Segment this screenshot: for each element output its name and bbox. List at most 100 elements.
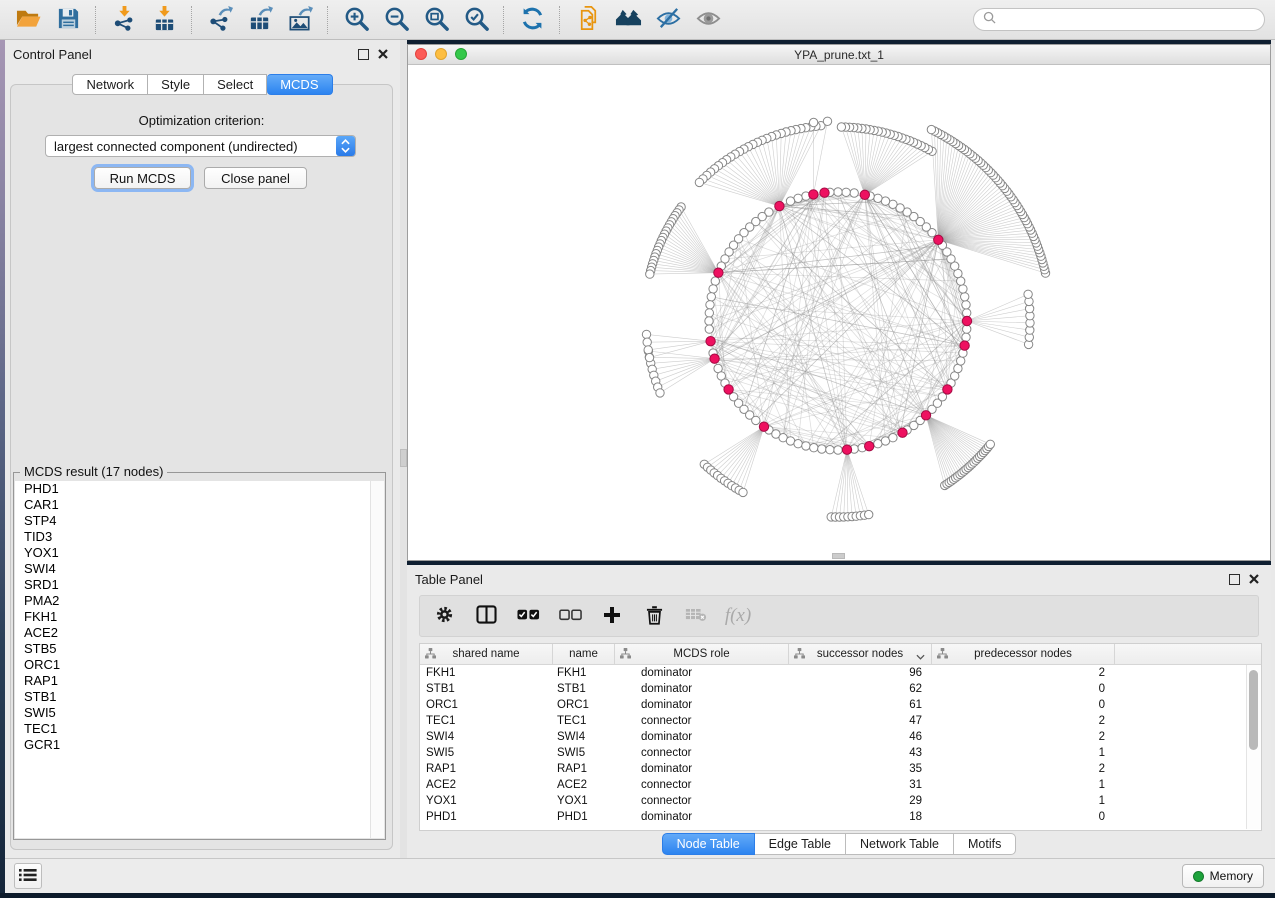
result-list-scrollbar[interactable]: [370, 481, 384, 838]
mcds-result-item[interactable]: STP4: [15, 513, 384, 529]
mcds-result-list[interactable]: PHD1CAR1STP4TID3YOX1SWI4SRD1PMA2FKH1ACE2…: [15, 481, 384, 838]
float-icon: [1229, 574, 1240, 585]
cell-predecessor-nodes: 2: [932, 729, 1115, 745]
mcds-result-item[interactable]: STB1: [15, 689, 384, 705]
table-row[interactable]: FKH1FKH1dominator962: [420, 665, 1246, 681]
mcds-result-item[interactable]: ACE2: [15, 625, 384, 641]
open-folder-button[interactable]: [8, 3, 48, 37]
deselect-all-button[interactable]: [558, 604, 582, 628]
select-all-button[interactable]: [516, 604, 540, 628]
zoom-fit-button[interactable]: [416, 3, 456, 37]
column-header-shared-name[interactable]: shared name: [420, 644, 553, 664]
mcds-result-item[interactable]: SWI5: [15, 705, 384, 721]
export-table-button[interactable]: [240, 3, 280, 37]
function-builder-icon: f(x): [725, 605, 751, 627]
close-window-icon[interactable]: [415, 48, 427, 60]
mcds-result-item[interactable]: PHD1: [15, 481, 384, 497]
mcds-result-item[interactable]: CAR1: [15, 497, 384, 513]
mcds-result-item[interactable]: ORC1: [15, 657, 384, 673]
cell-shared-name: PHD1: [420, 809, 553, 825]
mcds-result-item[interactable]: TID3: [15, 529, 384, 545]
table-row[interactable]: ORC1ORC1dominator610: [420, 697, 1246, 713]
export-network-button[interactable]: [200, 3, 240, 37]
table-row[interactable]: YOX1YOX1connector291: [420, 793, 1246, 809]
table-row[interactable]: STB1STB1dominator620: [420, 681, 1246, 697]
gear-icon: [435, 605, 454, 627]
column-header-MCDS-role[interactable]: MCDS role: [615, 644, 789, 664]
tab-node-table[interactable]: Node Table: [662, 833, 755, 855]
import-table-button[interactable]: [144, 3, 184, 37]
column-header-name[interactable]: name: [553, 644, 615, 664]
tab-network[interactable]: Network: [72, 74, 148, 95]
maximize-window-icon[interactable]: [455, 48, 467, 60]
mcds-result-item[interactable]: SRD1: [15, 577, 384, 593]
mcds-result-item[interactable]: PMA2: [15, 593, 384, 609]
search-field[interactable]: [973, 8, 1265, 31]
float-panel-button[interactable]: [358, 49, 369, 60]
show-panels-button[interactable]: [14, 863, 42, 889]
close-panel-button-mcds[interactable]: Close panel: [204, 167, 307, 189]
gear-button[interactable]: [432, 604, 456, 628]
tab-network-table[interactable]: Network Table: [846, 833, 954, 855]
tab-style[interactable]: Style: [148, 74, 204, 95]
table-scrollbar-thumb[interactable]: [1249, 670, 1258, 750]
eye-show-button[interactable]: [688, 3, 728, 37]
mcds-result-item[interactable]: TEC1: [15, 721, 384, 737]
home-button[interactable]: [608, 3, 648, 37]
select-all-icon: [517, 609, 540, 624]
share-document-button[interactable]: [568, 3, 608, 37]
mcds-result-item[interactable]: SWI4: [15, 561, 384, 577]
close-panel-button[interactable]: [378, 47, 388, 62]
cell-shared-name: SWI4: [420, 729, 553, 745]
delete-table-icon: [685, 607, 707, 625]
tab-mcds[interactable]: MCDS: [267, 74, 332, 95]
eye-hide-button[interactable]: [648, 3, 688, 37]
run-mcds-button[interactable]: Run MCDS: [94, 167, 191, 189]
table-row[interactable]: PHD1PHD1dominator180: [420, 809, 1246, 825]
divider-thumb[interactable]: [400, 449, 407, 467]
table-row[interactable]: TEC1TEC1connector472: [420, 713, 1246, 729]
network-canvas[interactable]: [408, 64, 1270, 560]
table-row[interactable]: RAP1RAP1dominator352: [420, 761, 1246, 777]
cell-MCDS-role: dominator: [615, 697, 789, 713]
table-scrollbar[interactable]: [1246, 665, 1261, 829]
close-table-panel-button[interactable]: [1249, 572, 1259, 587]
tab-select[interactable]: Select: [204, 74, 267, 95]
table-row[interactable]: SWI4SWI4dominator462: [420, 729, 1246, 745]
network-window-titlebar[interactable]: YPA_prune.txt_1: [408, 45, 1270, 65]
mcds-result-item[interactable]: STB5: [15, 641, 384, 657]
zoom-in-button[interactable]: [336, 3, 376, 37]
split-columns-button[interactable]: [474, 604, 498, 628]
memory-button[interactable]: Memory: [1182, 864, 1264, 888]
cell-MCDS-role: connector: [615, 793, 789, 809]
delete-table-button: [684, 604, 708, 628]
float-table-panel-button[interactable]: [1229, 574, 1240, 585]
table-row[interactable]: ACE2ACE2connector311: [420, 777, 1246, 793]
cell-successor-nodes: 47: [789, 713, 932, 729]
export-image-button[interactable]: [280, 3, 320, 37]
delete-column-button[interactable]: [642, 604, 666, 628]
zoom-selected-button[interactable]: [456, 3, 496, 37]
mcds-result-item[interactable]: RAP1: [15, 673, 384, 689]
add-column-button[interactable]: [600, 604, 624, 628]
save-button[interactable]: [48, 3, 88, 37]
cell-shared-name: SWI5: [420, 745, 553, 761]
minimize-window-icon[interactable]: [435, 48, 447, 60]
panel-split-divider[interactable]: [400, 40, 407, 858]
refresh-button[interactable]: [512, 3, 552, 37]
import-network-button[interactable]: [104, 3, 144, 37]
column-header-successor-nodes[interactable]: successor nodes: [789, 644, 932, 664]
zoom-out-button[interactable]: [376, 3, 416, 37]
table-row[interactable]: SWI5SWI5connector431: [420, 745, 1246, 761]
mcds-result-item[interactable]: YOX1: [15, 545, 384, 561]
save-icon: [56, 6, 81, 34]
mcds-result-item[interactable]: GCR1: [15, 737, 384, 753]
eye-show-icon: [695, 5, 722, 35]
column-header-predecessor-nodes[interactable]: predecessor nodes: [932, 644, 1115, 664]
optimization-criterion-select[interactable]: largest connected component (undirected): [45, 135, 356, 157]
tab-edge-table[interactable]: Edge Table: [755, 833, 846, 855]
search-input[interactable]: [1001, 12, 1255, 28]
tab-motifs[interactable]: Motifs: [954, 833, 1016, 855]
network-split-thumb[interactable]: [832, 553, 845, 559]
mcds-result-item[interactable]: FKH1: [15, 609, 384, 625]
